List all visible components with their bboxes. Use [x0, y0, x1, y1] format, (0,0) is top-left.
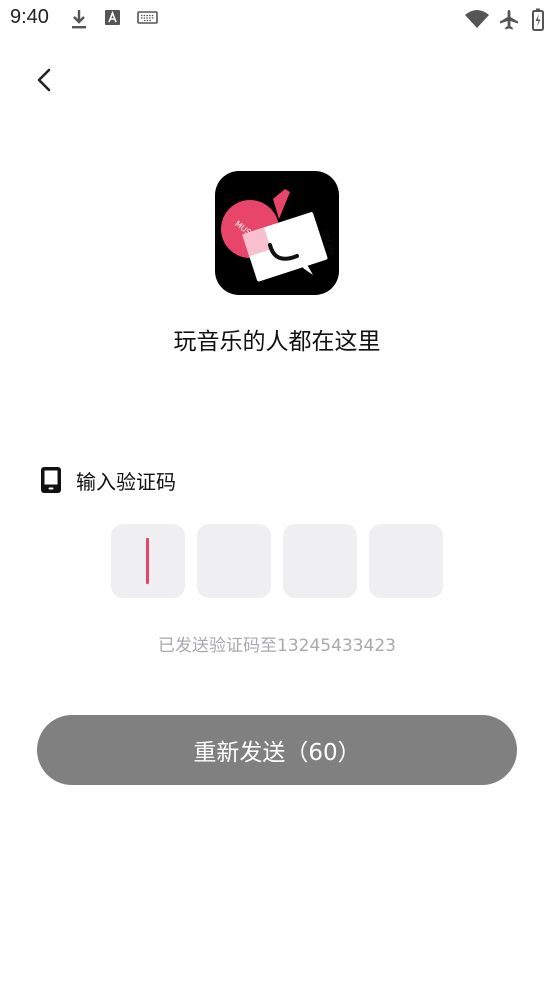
download-icon: [72, 10, 86, 29]
verify-label-row: 输入验证码: [40, 464, 176, 496]
airplane-icon: [500, 10, 518, 30]
verify-label: 输入验证码: [76, 469, 176, 494]
chevron-left-icon: [37, 68, 51, 92]
tagline: 玩音乐的人都在这里: [173, 329, 381, 355]
resend-button[interactable]: 重新发送（60）: [37, 715, 517, 785]
back-button[interactable]: [28, 62, 64, 98]
code-digit-1[interactable]: [111, 524, 185, 598]
keyboard-a-icon: [105, 10, 120, 25]
wifi-icon: [465, 10, 489, 28]
text-cursor: [146, 538, 149, 584]
status-time: 9:40: [10, 6, 49, 28]
code-digit-3[interactable]: [283, 524, 357, 598]
app-logo: MUSIC SOCIAL: [215, 171, 339, 295]
battery-icon: [532, 8, 544, 31]
code-digit-2[interactable]: [197, 524, 271, 598]
code-sent-notice: 已发送验证码至13245433423: [158, 636, 396, 656]
phone-icon: [41, 467, 61, 493]
status-bar: 9:40: [0, 0, 554, 38]
keyboard-icon: [137, 11, 158, 24]
code-digit-4[interactable]: [369, 524, 443, 598]
code-input-group: [111, 524, 443, 598]
